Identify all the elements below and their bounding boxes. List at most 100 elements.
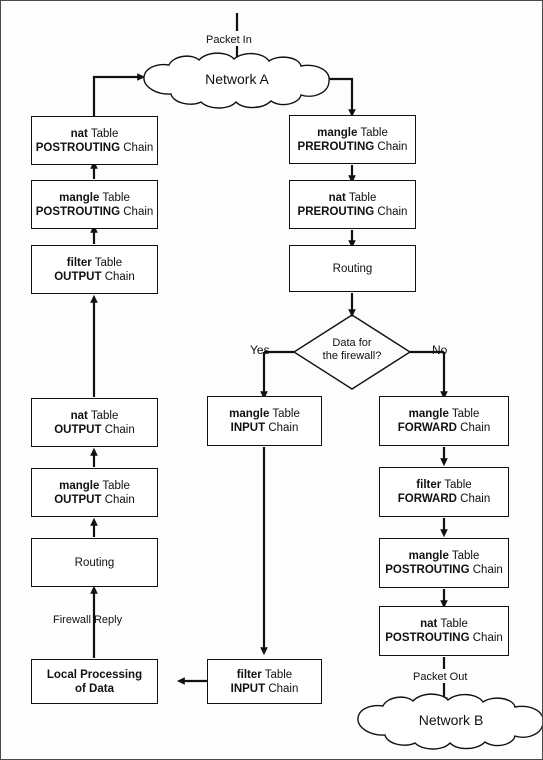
table-suffix: Table [87, 409, 119, 422]
chain-name: POSTROUTING [385, 564, 470, 576]
node-line-table: nat Table [71, 127, 119, 141]
chain-name: OUTPUT [54, 493, 102, 506]
chain-suffix: Chain [374, 140, 408, 153]
node-line-chain: POSTROUTING Chain [36, 141, 154, 155]
node-line-chain: FORWARD Chain [398, 421, 490, 435]
table-name: nat [70, 409, 88, 422]
chain-suffix: Chain [469, 564, 503, 576]
node-nat-output[interactable]: nat Table OUTPUT Chain [31, 398, 158, 447]
cloud-label-network-b: Network B [418, 712, 484, 728]
node-mangle-forward[interactable]: mangle Table FORWARD Chain [379, 396, 509, 446]
node-line-chain: INPUT Chain [231, 421, 299, 435]
node-nat-prerouting[interactable]: nat Table PREROUTING Chain [289, 180, 416, 229]
node-mangle-postrouting-forward-path[interactable]: mangle Table POSTROUTING Chain [379, 538, 509, 588]
decision-line-1: Data for [332, 337, 372, 349]
node-line-table: nat Table [329, 191, 377, 205]
node-routing-output-path[interactable]: Routing [31, 538, 158, 587]
node-filter-input[interactable]: filter Table INPUT Chain [207, 659, 322, 704]
table-suffix: Table [91, 256, 123, 269]
node-line-table: mangle Table [317, 126, 388, 140]
chain-suffix: Chain [469, 632, 503, 644]
node-line-table: mangle Table [229, 407, 300, 421]
table-suffix: Table [269, 408, 300, 420]
table-suffix: Table [437, 618, 468, 630]
chain-suffix: Chain [101, 423, 135, 436]
node-line-1: Local Processing [46, 668, 143, 681]
decision-text: Data for the firewall? [312, 337, 392, 363]
node-line-chain: OUTPUT Chain [54, 270, 135, 284]
chain-name: PREROUTING [297, 205, 375, 218]
node-label: Routing [74, 556, 115, 569]
flowchart-canvas: Network A Network B Packet In Packet Out… [0, 0, 543, 760]
node-line-chain: FORWARD Chain [398, 492, 490, 506]
node-nat-postrouting-output-path[interactable]: nat Table POSTROUTING Chain [31, 116, 158, 165]
table-suffix: Table [99, 479, 130, 492]
node-line-chain: PREROUTING Chain [298, 205, 408, 219]
table-name: mangle [408, 408, 449, 420]
node-line-table: mangle Table [409, 407, 480, 421]
chain-suffix: Chain [265, 682, 299, 695]
node-line-table: filter Table [416, 478, 471, 492]
table-name: mangle [59, 479, 100, 492]
edge-nat-postrouting-to-clouda [92, 73, 146, 116]
chain-name: INPUT [230, 422, 266, 434]
chain-name: INPUT [230, 682, 266, 695]
table-suffix: Table [441, 479, 472, 491]
node-line-table: nat Table [71, 409, 119, 423]
table-suffix: Table [448, 408, 480, 420]
table-name: nat [328, 191, 346, 204]
chain-name: FORWARD [397, 493, 457, 505]
node-line-table: mangle Table [409, 549, 480, 563]
table-suffix: Table [99, 191, 130, 204]
table-name: mangle [59, 191, 100, 204]
table-name: nat [70, 127, 88, 140]
table-name: filter [66, 256, 92, 269]
label-no: No [432, 343, 448, 357]
table-suffix: Table [345, 191, 377, 204]
node-line-2: of Data [75, 682, 114, 695]
table-suffix: Table [87, 127, 119, 140]
node-line-chain: INPUT Chain [231, 682, 299, 696]
table-name: nat [420, 618, 438, 630]
node-mangle-prerouting[interactable]: mangle Table PREROUTING Chain [289, 115, 416, 164]
node-filter-forward[interactable]: filter Table FORWARD Chain [379, 467, 509, 517]
chain-name: POSTROUTING [35, 205, 121, 218]
label-packet-out: Packet Out [413, 671, 468, 683]
table-name: mangle [229, 408, 270, 420]
node-line-table: mangle Table [59, 479, 130, 493]
node-line-chain: POSTROUTING Chain [385, 563, 503, 577]
label-packet-in: Packet In [206, 34, 252, 46]
chain-suffix: Chain [374, 205, 408, 218]
edge-clouda-to-mangle-prerouting [329, 77, 356, 118]
table-suffix: Table [261, 668, 293, 681]
table-name: filter [236, 668, 262, 681]
chain-name: POSTROUTING [35, 141, 121, 154]
node-nat-postrouting-forward-path[interactable]: nat Table POSTROUTING Chain [379, 606, 509, 656]
chain-suffix: Chain [101, 270, 135, 283]
node-line-chain: POSTROUTING Chain [385, 631, 503, 645]
node-routing-input-path[interactable]: Routing [289, 245, 416, 292]
node-local-processing[interactable]: Local Processing of Data [31, 659, 158, 704]
label-firewall-reply: Firewall Reply [53, 614, 123, 626]
table-suffix: Table [357, 126, 388, 139]
node-mangle-postrouting-output-path[interactable]: mangle Table POSTROUTING Chain [31, 180, 158, 229]
table-name: mangle [317, 126, 358, 139]
table-name: filter [416, 479, 442, 491]
chain-name: FORWARD [397, 422, 457, 434]
chain-name: OUTPUT [54, 270, 102, 283]
chain-name: POSTROUTING [385, 632, 470, 644]
table-suffix: Table [448, 550, 480, 562]
cloud-label-network-a: Network A [205, 71, 269, 87]
label-yes: Yes [250, 343, 270, 357]
node-line-chain: OUTPUT Chain [54, 423, 135, 437]
chain-suffix: Chain [456, 493, 491, 505]
table-name: mangle [408, 550, 449, 562]
node-line-chain: PREROUTING Chain [298, 140, 408, 154]
chain-suffix: Chain [120, 141, 154, 154]
node-line-table: mangle Table [59, 191, 130, 205]
chain-name: PREROUTING [297, 140, 375, 153]
node-mangle-input[interactable]: mangle Table INPUT Chain [207, 396, 322, 446]
chain-suffix: Chain [101, 493, 135, 506]
node-filter-output[interactable]: filter Table OUTPUT Chain [31, 245, 158, 294]
node-mangle-output[interactable]: mangle Table OUTPUT Chain [31, 468, 158, 517]
